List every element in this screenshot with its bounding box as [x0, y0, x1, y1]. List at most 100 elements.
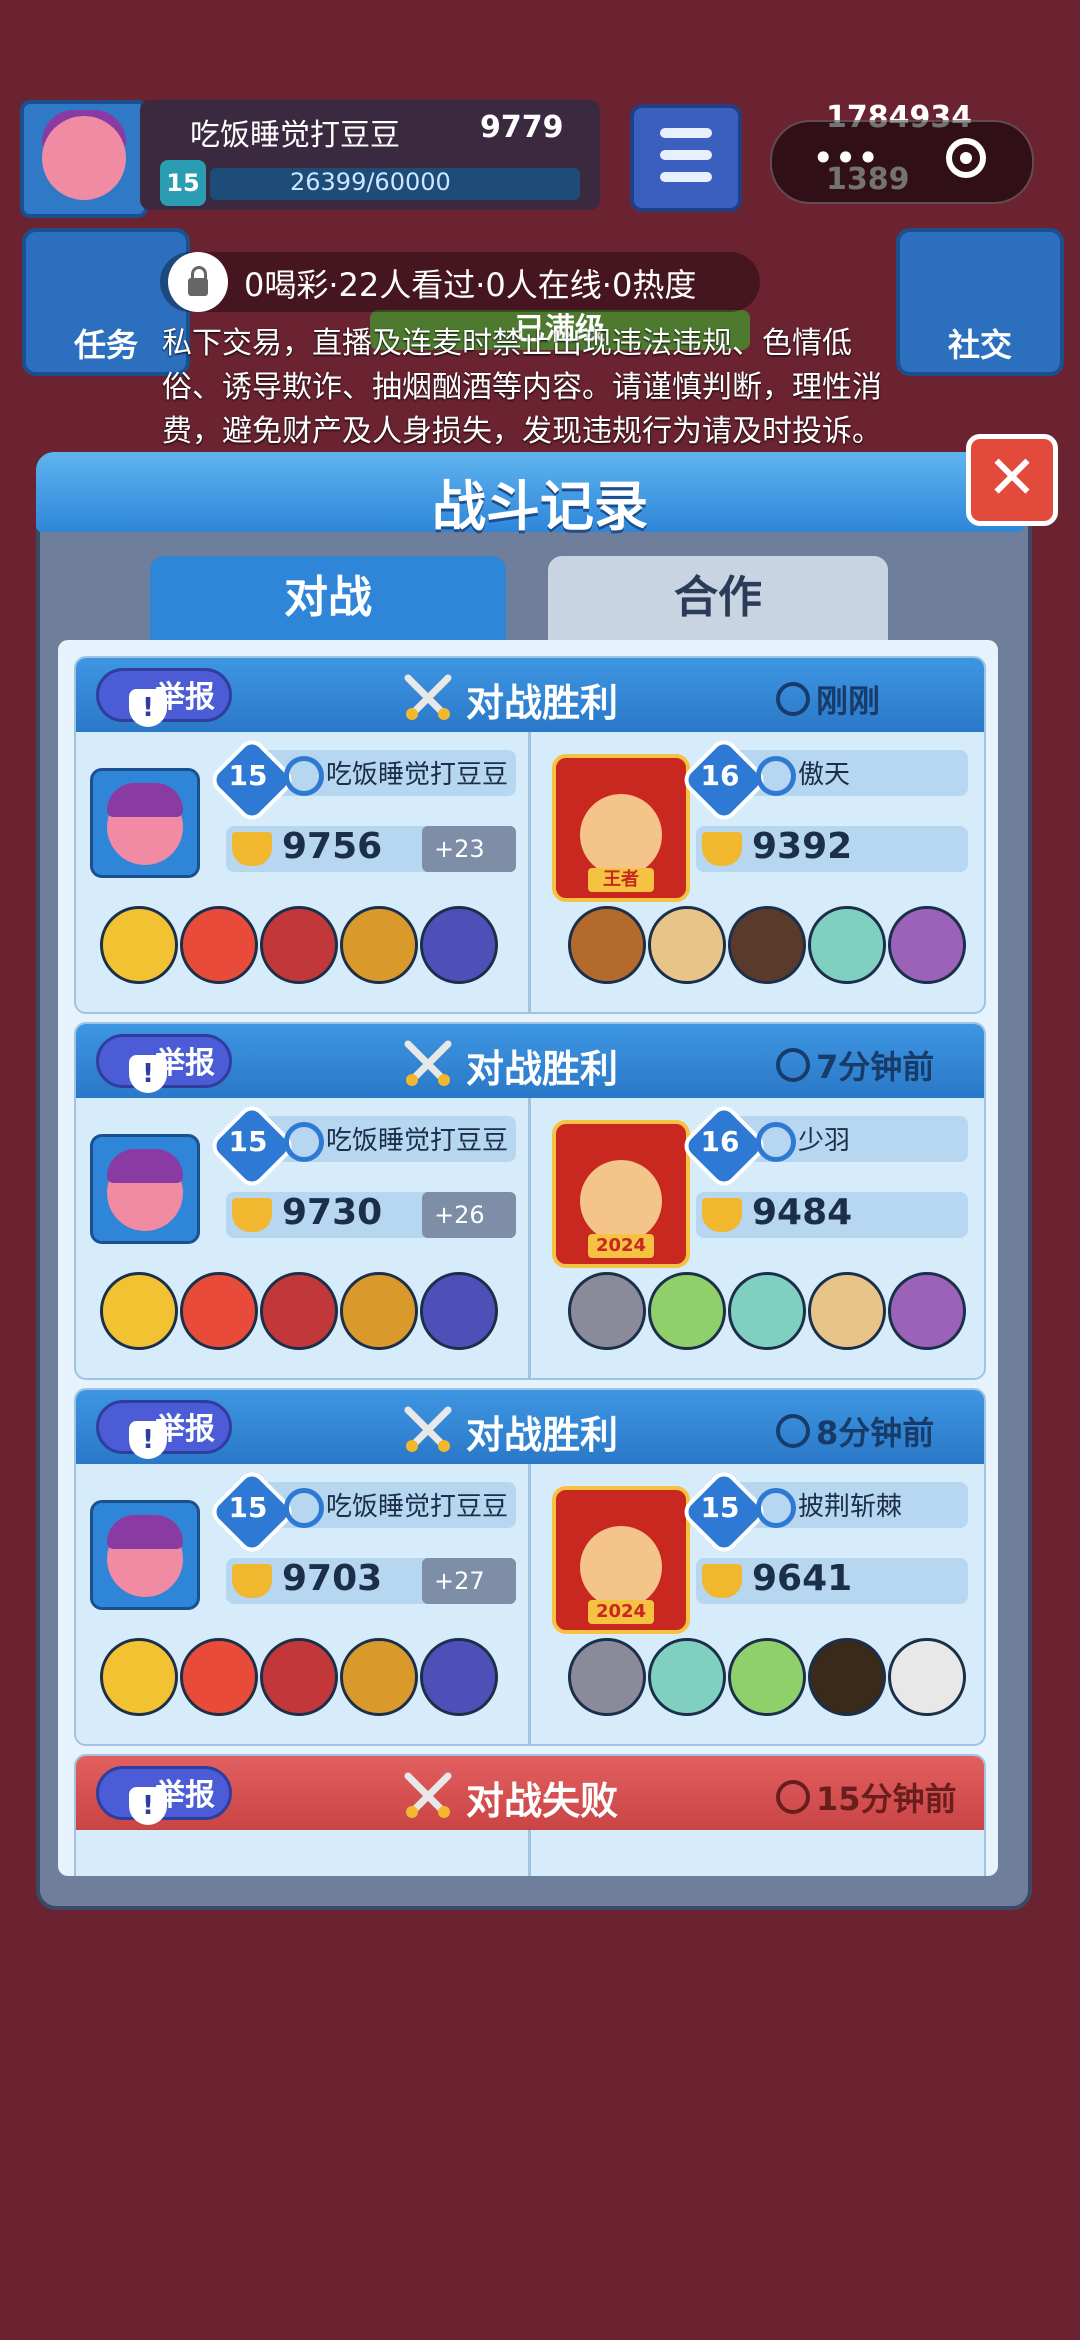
swords-icon [404, 1772, 452, 1818]
level-number: 15 [228, 1491, 268, 1524]
avatar-face [580, 794, 662, 876]
report-button[interactable]: ! 举报 [96, 1766, 232, 1825]
player-avatar[interactable] [20, 100, 148, 218]
hero-icon [420, 1272, 498, 1350]
player-panel[interactable]: 吃饭睡觉打豆豆 9779 15 26399/60000 [140, 100, 600, 210]
player-name: 吃饭睡觉打豆豆 [326, 760, 509, 790]
level-number: 15 [228, 759, 268, 792]
opponent-avatar[interactable]: 2024 [552, 1486, 690, 1634]
hero-icon [180, 906, 258, 984]
avatar-tag: 2024 [588, 1600, 654, 1624]
hero-icon [340, 1638, 418, 1716]
male-icon [284, 1122, 324, 1162]
swords-icon [404, 1040, 452, 1086]
level-number: 16 [700, 759, 740, 792]
hero-icon [260, 906, 338, 984]
hero-icon [808, 906, 886, 984]
hero-icon [648, 1272, 726, 1350]
my-avatar[interactable] [90, 768, 200, 878]
hero-icon [568, 1638, 646, 1716]
close-miniprogram-icon[interactable] [946, 138, 986, 178]
clock-icon [776, 682, 810, 716]
result-text: 对战胜利 [466, 1047, 619, 1091]
level-number: 15 [228, 1125, 268, 1158]
lock-icon [168, 252, 228, 312]
avatar-face [42, 116, 126, 200]
hero-icon [260, 1638, 338, 1716]
hero-icon [180, 1272, 258, 1350]
social-label: 社交 [947, 326, 1012, 364]
hero-icon [100, 906, 178, 984]
menu-button[interactable] [630, 104, 742, 212]
record-header: ! 举报 对战胜利 刚刚 [76, 658, 984, 732]
male-icon [284, 1488, 324, 1528]
opponent-avatar[interactable]: 2024 [552, 1120, 690, 1268]
shield-icon: ! [129, 1787, 167, 1825]
avatar-hair [107, 783, 183, 817]
player-trophies: 9779 [480, 110, 564, 145]
shield-icon: ! [129, 1055, 167, 1093]
my-avatar[interactable] [90, 1134, 200, 1244]
live-stats: 0喝彩·22人看过·0人在线·0热度 [244, 266, 697, 304]
male-icon [756, 756, 796, 796]
menu-icon [660, 150, 712, 160]
avatar-face [580, 1526, 662, 1608]
clock-icon [776, 1414, 810, 1448]
trophy-number: 9484 [752, 1192, 853, 1233]
player-name: 吃饭睡觉打豆豆 [326, 1492, 509, 1522]
shield-icon: ! [129, 689, 167, 727]
hero-icon [420, 1638, 498, 1716]
hero-icon [260, 1272, 338, 1350]
result-text: 对战胜利 [466, 1413, 619, 1457]
trophy-number: 9703 [282, 1558, 383, 1599]
time-text: 刚刚 [816, 682, 881, 720]
male-icon [756, 1488, 796, 1528]
trophy-icon [232, 1564, 272, 1598]
hero-icon [888, 906, 966, 984]
modal-title: 战斗记录 [432, 475, 648, 538]
more-icon[interactable]: ••• [812, 136, 879, 180]
social-button[interactable]: 社交 [896, 228, 1064, 376]
record-card: ! 举报 对战胜利 8分钟前 15 吃饭睡觉打豆豆 9703 +27 2024 1… [74, 1388, 986, 1746]
opponent-avatar[interactable]: 王者 [552, 754, 690, 902]
trophy-delta: +27 [422, 1558, 516, 1604]
male-icon [756, 1122, 796, 1162]
report-button[interactable]: ! 举报 [96, 668, 232, 727]
trophy-icon [232, 832, 272, 866]
miniprogram-capsule[interactable]: ••• [770, 120, 1034, 204]
player-name: 吃饭睡觉打豆豆 [190, 118, 400, 153]
avatar-tag: 王者 [588, 868, 654, 892]
hero-icon [568, 906, 646, 984]
report-button[interactable]: ! 举报 [96, 1400, 232, 1459]
trophy-number: 9641 [752, 1558, 853, 1599]
avatar-hair [107, 1515, 183, 1549]
hero-icon [728, 1272, 806, 1350]
level-number: 16 [700, 1125, 740, 1158]
hero-icon [420, 906, 498, 984]
hero-icon [808, 1272, 886, 1350]
divider [528, 1464, 531, 1744]
hero-icon [100, 1272, 178, 1350]
record-card: ! 举报 对战胜利 刚刚 15 吃饭睡觉打豆豆 9756 +23 王者 16 傲天… [74, 656, 986, 1014]
avatar-tag: 2024 [588, 1234, 654, 1258]
clock-icon [776, 1780, 810, 1814]
trophy-icon [702, 1198, 742, 1232]
live-notice: 私下交易，直播及连麦时禁止出现违法违规、色情低俗、诱导欺诈、抽烟酗酒等内容。请谨… [162, 326, 882, 449]
my-avatar[interactable] [90, 1500, 200, 1610]
hero-icon [340, 1272, 418, 1350]
tab-versus[interactable]: 对战 [150, 556, 506, 640]
swords-icon [404, 1406, 452, 1452]
divider [528, 732, 531, 1012]
report-button[interactable]: ! 举报 [96, 1034, 232, 1093]
hero-icon [728, 906, 806, 984]
trophy-number: 9392 [752, 826, 853, 867]
hero-icon [888, 1272, 966, 1350]
record-list[interactable]: ! 举报 对战胜利 刚刚 15 吃饭睡觉打豆豆 9756 +23 王者 16 傲天… [58, 640, 998, 1876]
trophy-icon [232, 1198, 272, 1232]
divider [528, 1830, 531, 1876]
tab-coop[interactable]: 合作 [548, 556, 888, 640]
menu-icon [660, 128, 712, 138]
hero-icon [808, 1638, 886, 1716]
hero-icon [340, 906, 418, 984]
close-button[interactable]: ✕ [966, 434, 1058, 526]
